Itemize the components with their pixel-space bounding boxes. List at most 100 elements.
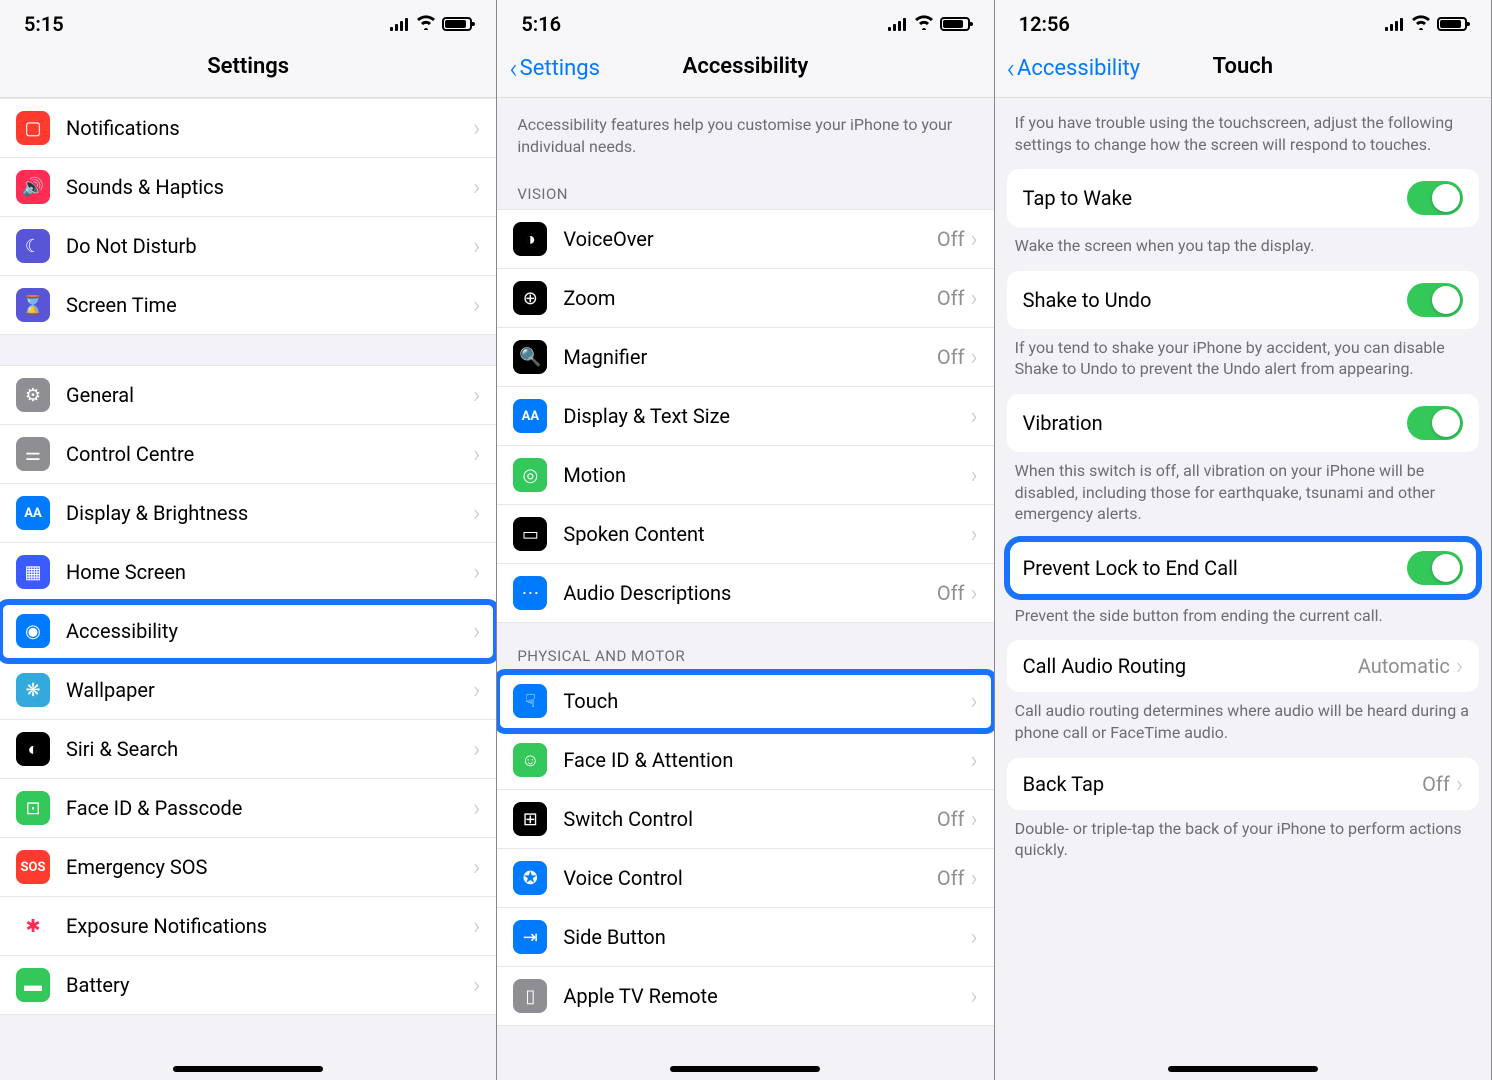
- access-icon: ◉: [16, 614, 50, 648]
- row-display-brightness[interactable]: AADisplay & Brightness›: [0, 484, 496, 543]
- row-voiceover[interactable]: ◑VoiceOverOff›: [497, 210, 993, 269]
- row-zoom[interactable]: ⊕ZoomOff›: [497, 269, 993, 328]
- row-battery[interactable]: ▬Battery›: [0, 956, 496, 1014]
- chevron-right-icon: ›: [971, 982, 978, 1010]
- row-back-tap[interactable]: Back TapOff›: [1007, 758, 1479, 810]
- chevron-right-icon: ›: [473, 912, 480, 940]
- chevron-right-icon: ›: [473, 173, 480, 201]
- accessibility-group: ◑VoiceOverOff›⊕ZoomOff›🔍MagnifierOff›AAD…: [497, 209, 993, 623]
- row-switch-control[interactable]: ⊞Switch ControlOff›: [497, 790, 993, 849]
- row-spoken-content[interactable]: ▭Spoken Content›: [497, 505, 993, 564]
- row-label: Wallpaper: [66, 678, 473, 702]
- footer-text: Double- or triple-tap the back of your i…: [995, 810, 1491, 861]
- row-home-screen[interactable]: ▦Home Screen›: [0, 543, 496, 602]
- row-label: Exposure Notifications: [66, 914, 473, 938]
- row-siri-search[interactable]: ◐Siri & Search›: [0, 720, 496, 779]
- touch-item-wrap: Call Audio RoutingAutomatic›: [1007, 640, 1479, 692]
- row-screen-time[interactable]: ⌛Screen Time›: [0, 276, 496, 334]
- spoken-icon: ▭: [513, 517, 547, 551]
- row-motion[interactable]: ◎Motion›: [497, 446, 993, 505]
- chevron-right-icon: ›: [1456, 770, 1463, 798]
- row-face-id-attention[interactable]: ☺Face ID & Attention›: [497, 731, 993, 790]
- panel-touch: 12:56 ‹ Accessibility Touch If you have …: [995, 0, 1492, 1080]
- content-settings[interactable]: ▢Notifications›🔊Sounds & Haptics›☾Do Not…: [0, 98, 496, 1080]
- toggle-switch[interactable]: [1407, 283, 1463, 317]
- switches-icon: ⚌: [16, 437, 50, 471]
- row-touch[interactable]: ☟Touch›: [497, 672, 993, 731]
- row-accessibility[interactable]: ◉Accessibility›: [0, 602, 496, 661]
- side-icon: ⇥: [513, 920, 547, 954]
- chevron-right-icon: ›: [971, 687, 978, 715]
- content-accessibility[interactable]: Accessibility features help you customis…: [497, 98, 993, 1080]
- footer-text: Prevent the side button from ending the …: [995, 597, 1491, 627]
- cellular-icon: [1385, 17, 1405, 31]
- row-apple-tv-remote[interactable]: ▯Apple TV Remote›: [497, 967, 993, 1025]
- footer-text: If you tend to shake your iPhone by acci…: [995, 329, 1491, 380]
- nav-title: Accessibility: [683, 54, 809, 79]
- row-label: Motion: [563, 463, 970, 487]
- chevron-left-icon: ‹: [1007, 52, 1015, 85]
- chevron-right-icon: ›: [473, 440, 480, 468]
- row-magnifier[interactable]: 🔍MagnifierOff›: [497, 328, 993, 387]
- switch-icon: ⊞: [513, 802, 547, 836]
- row-notifications[interactable]: ▢Notifications›: [0, 99, 496, 158]
- back-button[interactable]: ‹ Settings: [509, 52, 600, 85]
- row-label: Home Screen: [66, 560, 473, 584]
- settings-group: ⚙General›⚌Control Centre›AADisplay & Bri…: [0, 365, 496, 1015]
- row-value: Off: [937, 227, 965, 251]
- row-value: Off: [937, 345, 965, 369]
- status-bar: 5:16: [497, 0, 993, 44]
- nav-bar: ‹ Settings Accessibility: [497, 44, 993, 98]
- touch-item-wrap: Tap to Wake: [1007, 169, 1479, 227]
- row-label: Control Centre: [66, 442, 473, 466]
- row-do-not-disturb[interactable]: ☾Do Not Disturb›: [0, 217, 496, 276]
- row-vibration[interactable]: Vibration: [1007, 394, 1479, 452]
- faceid-icon: ⊡: [16, 791, 50, 825]
- row-label: Magnifier: [563, 345, 937, 369]
- row-call-audio-routing[interactable]: Call Audio RoutingAutomatic›: [1007, 640, 1479, 692]
- home-indicator[interactable]: [670, 1066, 820, 1072]
- row-side-button[interactable]: ⇥ Side Button›: [497, 908, 993, 967]
- row-exposure-notifications[interactable]: ✱Exposure Notifications›: [0, 897, 496, 956]
- chevron-right-icon: ›: [473, 971, 480, 999]
- home-indicator[interactable]: [173, 1066, 323, 1072]
- row-wallpaper[interactable]: ❋Wallpaper›: [0, 661, 496, 720]
- battery-icon: [442, 17, 472, 31]
- row-label: Siri & Search: [66, 737, 473, 761]
- row-display-text-size[interactable]: AADisplay & Text Size›: [497, 387, 993, 446]
- row-voice-control[interactable]: ✪Voice ControlOff›: [497, 849, 993, 908]
- row-sounds-haptics[interactable]: 🔊Sounds & Haptics›: [0, 158, 496, 217]
- chevron-right-icon: ›: [473, 232, 480, 260]
- section-header: PHYSICAL AND MOTOR: [497, 623, 993, 671]
- row-general[interactable]: ⚙General›: [0, 366, 496, 425]
- back-button[interactable]: ‹ Accessibility: [1007, 52, 1140, 85]
- row-label: Side Button: [563, 925, 970, 949]
- chevron-right-icon: ›: [971, 923, 978, 951]
- nav-title: Settings: [207, 54, 289, 79]
- row-label: Vibration: [1023, 411, 1407, 435]
- chevron-right-icon: ›: [473, 114, 480, 142]
- row-tap-to-wake[interactable]: Tap to Wake: [1007, 169, 1479, 227]
- toggle-switch[interactable]: [1407, 551, 1463, 585]
- row-face-id-passcode[interactable]: ⊡Face ID & Passcode›: [0, 779, 496, 838]
- grid-icon: ▦: [16, 555, 50, 589]
- chevron-right-icon: ›: [971, 461, 978, 489]
- row-label: Shake to Undo: [1023, 288, 1407, 312]
- siri-icon: ◐: [16, 732, 50, 766]
- row-label: Prevent Lock to End Call: [1023, 556, 1407, 580]
- sos-icon: SOS: [16, 850, 50, 884]
- toggle-switch[interactable]: [1407, 406, 1463, 440]
- row-shake-to-undo[interactable]: Shake to Undo: [1007, 271, 1479, 329]
- row-emergency-sos[interactable]: SOSEmergency SOS›: [0, 838, 496, 897]
- row-label: Screen Time: [66, 293, 473, 317]
- row-label: Accessibility: [66, 619, 473, 643]
- row-control-centre[interactable]: ⚌ Control Centre›: [0, 425, 496, 484]
- content-touch[interactable]: If you have trouble using the touchscree…: [995, 98, 1491, 1080]
- toggle-switch[interactable]: [1407, 181, 1463, 215]
- intro-text: Accessibility features help you customis…: [497, 98, 993, 161]
- row-prevent-lock-to-end-call[interactable]: Prevent Lock to End Call: [1007, 539, 1479, 597]
- row-audio-descriptions[interactable]: ⋯Audio DescriptionsOff›: [497, 564, 993, 622]
- status-icons: [888, 14, 970, 34]
- home-indicator[interactable]: [1168, 1066, 1318, 1072]
- remote-icon: ▯: [513, 979, 547, 1013]
